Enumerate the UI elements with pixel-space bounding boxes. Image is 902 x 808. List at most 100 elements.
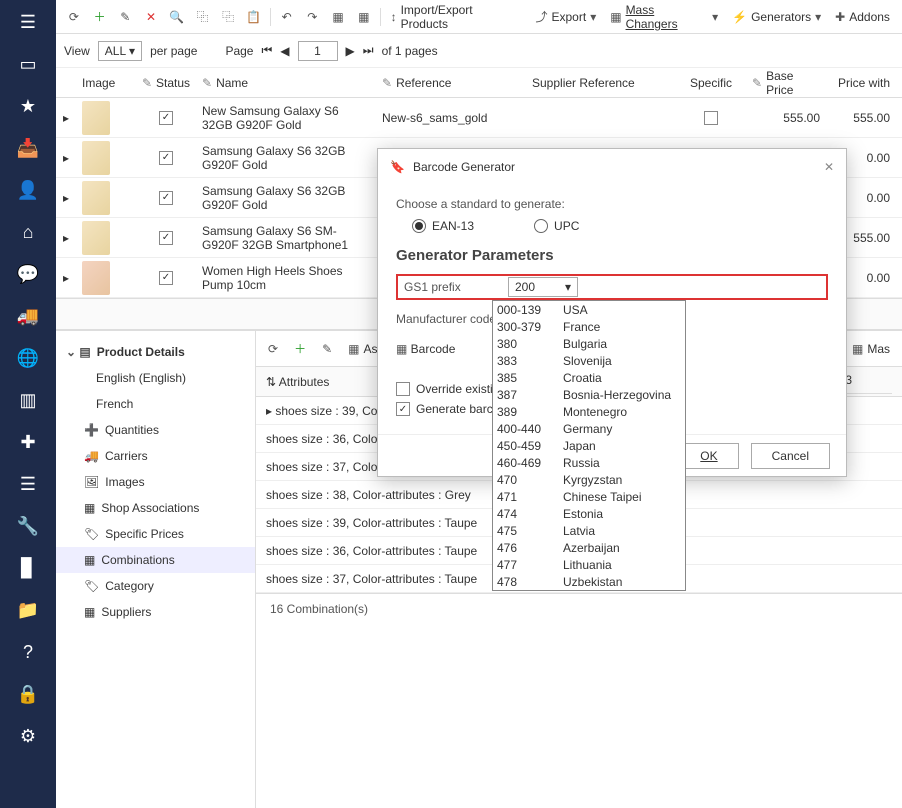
dropdown-option[interactable]: 380Bulgaria (493, 335, 685, 352)
per-page-label: per page (150, 44, 197, 58)
sidebar-item[interactable]: 🏷Specific Prices (56, 521, 255, 547)
copy-icon[interactable]: ⿻ (193, 7, 213, 27)
page-count-label: of 1 pages (382, 44, 438, 58)
dropdown-option[interactable]: 476Azerbaijan (493, 539, 685, 556)
col-image[interactable]: Image (76, 76, 136, 90)
dropdown-option[interactable]: 387Bosnia-Herzegovina (493, 386, 685, 403)
last-page-icon[interactable]: ⏭ (363, 43, 374, 58)
dropdown-option[interactable]: 477Lithuania (493, 556, 685, 573)
dropdown-option[interactable]: 000-139USA (493, 301, 685, 318)
home-icon[interactable]: ⌂ (16, 220, 40, 244)
pager-bar: View ALL ▾ per page Page ⏮ ◀ ▶ ⏭ of 1 pa… (56, 34, 902, 68)
col-supplier[interactable]: Supplier Reference (526, 76, 676, 90)
sidebar-item[interactable]: French (56, 391, 255, 417)
paste-icon[interactable]: 📋 (244, 7, 264, 27)
help-icon[interactable]: ? (16, 640, 40, 664)
dropdown-option[interactable]: 300-379France (493, 318, 685, 335)
truck-icon[interactable]: 🚚 (16, 304, 40, 328)
menu-icon[interactable]: ☰ (16, 10, 40, 34)
mass-changers-button[interactable]: ▦ Mass Changers ▾ (606, 3, 722, 31)
mass-button[interactable]: ▦ Mas (848, 338, 894, 360)
wrench-icon[interactable]: 🔧 (16, 514, 40, 538)
dropdown-option[interactable]: 474Estonia (493, 505, 685, 522)
refresh-icon[interactable]: ⟳ (264, 338, 282, 360)
sidebar-item[interactable]: 🚚Carriers (56, 443, 255, 469)
add-icon[interactable]: ＋ (290, 336, 310, 361)
table-row[interactable]: ▸✓New Samsung Galaxy S6 32GB G920F GoldN… (56, 98, 902, 138)
delete-icon[interactable]: ✕ (141, 7, 161, 27)
dropdown-option[interactable]: 470Kyrgyzstan (493, 471, 685, 488)
edit-icon[interactable]: ✎ (318, 338, 336, 360)
dropdown-option[interactable]: 478Uzbekistan (493, 573, 685, 590)
sidebar-item[interactable]: 🏷Category (56, 573, 255, 599)
next-page-icon[interactable]: ▶ (346, 44, 355, 58)
col-reference[interactable]: ✎Reference (376, 76, 526, 90)
chat-icon[interactable]: 💬 (16, 262, 40, 286)
tool2-icon[interactable]: ▦ (354, 7, 374, 27)
product-details-header[interactable]: ⌄ ▤ Product Details (56, 339, 255, 365)
col-base-price[interactable]: ✎Base Price (746, 69, 826, 97)
gs1-dropdown[interactable]: 000-139USA300-379France380Bulgaria383Slo… (492, 300, 686, 591)
refresh-icon[interactable]: ⟳ (64, 7, 84, 27)
sidebar-item[interactable]: ▦Shop Associations (56, 495, 255, 521)
sidebar-item[interactable]: ➕Quantities (56, 417, 255, 443)
puzzle-icon[interactable]: ✚ (16, 430, 40, 454)
generators-button[interactable]: ⚡ Generators ▾ (728, 10, 825, 24)
col-price-with[interactable]: Price with (826, 76, 896, 90)
gs1-prefix-row[interactable]: GS1 prefix 200▾ (396, 274, 828, 300)
undo-icon[interactable]: ↶ (277, 7, 297, 27)
params-heading: Generator Parameters (396, 247, 828, 264)
dropdown-option[interactable]: 383Slovenija (493, 352, 685, 369)
globe-icon[interactable]: 🌐 (16, 346, 40, 370)
gs1-prefix-select[interactable]: 200▾ (508, 277, 578, 297)
lock-icon[interactable]: 🔒 (16, 682, 40, 706)
prev-page-icon[interactable]: ◀ (280, 44, 289, 58)
page-input[interactable] (298, 41, 338, 61)
sliders-icon[interactable]: ☰ (16, 472, 40, 496)
star-icon[interactable]: ★ (16, 94, 40, 118)
per-page-select[interactable]: ALL ▾ (98, 41, 142, 61)
dropdown-option[interactable]: 400-440Germany (493, 420, 685, 437)
col-specific[interactable]: Specific (676, 76, 746, 90)
search-icon[interactable]: 🔍 (167, 7, 187, 27)
ok-button[interactable]: OK (679, 443, 738, 469)
col-status[interactable]: ✎Status (136, 76, 196, 90)
user-icon[interactable]: 👤 (16, 178, 40, 202)
stats-icon[interactable]: ▊ (16, 556, 40, 580)
sidebar-item[interactable]: ▦Suppliers (56, 599, 255, 625)
upc-radio[interactable]: UPC (534, 219, 579, 233)
dropdown-option[interactable]: 475Latvia (493, 522, 685, 539)
close-icon[interactable]: ✕ (824, 160, 834, 174)
dropdown-option[interactable]: 450-459Japan (493, 437, 685, 454)
dropdown-option[interactable]: 389Montenegro (493, 403, 685, 420)
modal-title: 🔖 Barcode Generator (390, 160, 515, 174)
inbox-icon[interactable]: 📥 (16, 136, 40, 160)
left-panel: ⌄ ▤ Product Details English (English)Fre… (56, 331, 256, 808)
view-label: View (64, 44, 90, 58)
ean13-radio[interactable]: EAN-13 (412, 219, 474, 233)
left-sidebar: ☰ ▭ ★ 📥 👤 ⌂ 💬 🚚 🌐 ▥ ✚ ☰ 🔧 ▊ 📁 ? 🔒 ⚙ (0, 0, 56, 808)
copy2-icon[interactable]: ⿻ (218, 7, 238, 27)
add-icon[interactable]: ＋ (90, 7, 110, 27)
dropdown-option[interactable]: 385Croatia (493, 369, 685, 386)
dropdown-option[interactable]: 460-469Russia (493, 454, 685, 471)
archive-icon[interactable]: 📁 (16, 598, 40, 622)
manufacturer-label: Manufacturer code (396, 312, 506, 326)
tool1-icon[interactable]: ▦ (328, 7, 348, 27)
first-page-icon[interactable]: ⏮ (261, 43, 272, 58)
attr-footer: 16 Combination(s) (256, 593, 902, 623)
redo-icon[interactable]: ↷ (302, 7, 322, 27)
sidebar-item[interactable]: ▦Combinations (56, 547, 255, 573)
cancel-button[interactable]: Cancel (751, 443, 830, 469)
sidebar-item[interactable]: English (English) (56, 365, 255, 391)
sidebar-item[interactable]: 🖼Images (56, 469, 255, 495)
export-button[interactable]: ⤴ Export ▾ (531, 8, 600, 25)
gear-icon[interactable]: ⚙ (16, 724, 40, 748)
col-name[interactable]: ✎Name (196, 76, 376, 90)
addons-button[interactable]: ✚ Addons (831, 10, 894, 24)
chart-icon[interactable]: ▥ (16, 388, 40, 412)
store-icon[interactable]: ▭ (16, 52, 40, 76)
edit-icon[interactable]: ✎ (115, 7, 135, 27)
dropdown-option[interactable]: 471Chinese Taipei (493, 488, 685, 505)
import-export-button[interactable]: ↕ Import/Export Products (387, 3, 526, 31)
